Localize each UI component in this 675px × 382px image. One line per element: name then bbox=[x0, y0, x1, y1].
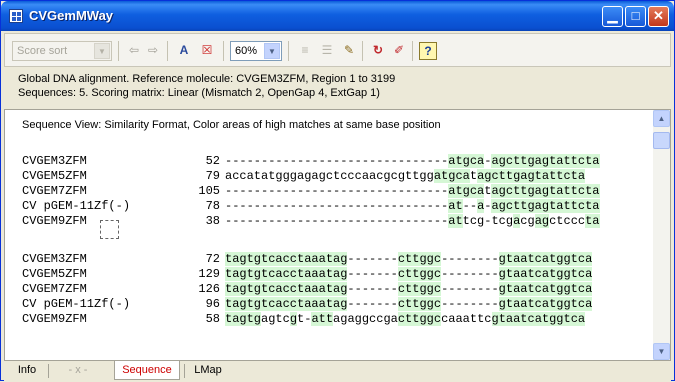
sequence-residues: -------------------------------atgca-agc… bbox=[225, 154, 600, 168]
zoom-combo[interactable]: 60% ▼ bbox=[230, 41, 282, 61]
toolbar-separator bbox=[223, 41, 224, 61]
alignment-row: CV pGEM-11Zf(-) 96 tagtgtcacctaaatag----… bbox=[22, 297, 593, 312]
help-icon[interactable]: ? bbox=[419, 42, 437, 60]
sequence-name: CV pGEM-11Zf(-) bbox=[22, 199, 131, 213]
tab-sequence[interactable]: Sequence bbox=[114, 361, 180, 380]
sequence-residues: -------------------------------at--a-agc… bbox=[225, 199, 600, 213]
tab-separator bbox=[48, 364, 49, 378]
scroll-up-button[interactable]: ▲ bbox=[653, 110, 670, 127]
sequence-position: 79 bbox=[205, 169, 220, 183]
sequence-name: CV pGEM-11Zf(-) bbox=[22, 297, 131, 311]
title-bar[interactable]: CVGemMWay ▁ □ ✕ bbox=[1, 1, 674, 31]
sequence-position: 72 bbox=[205, 252, 220, 266]
clear-highlight-icon[interactable]: ☒ bbox=[198, 42, 216, 60]
alignment-row: CVGEM3ZFM 72 tagtgtcacctaaatag-------ctt… bbox=[22, 252, 593, 267]
alignment-row: CVGEM9ZFM 58 tagtgagtcgt-attagaggccgactt… bbox=[22, 312, 586, 327]
tab-info[interactable]: Info bbox=[10, 361, 44, 380]
sequence-name: CVGEM3ZFM bbox=[22, 252, 87, 266]
sequence-residues: tagtgtcacctaaatag-------cttggc--------gt… bbox=[225, 297, 593, 311]
sequence-position: 126 bbox=[198, 282, 220, 296]
app-icon bbox=[9, 9, 23, 23]
selection-marker[interactable] bbox=[100, 220, 119, 239]
sequence-name: CVGEM5ZFM bbox=[22, 267, 87, 281]
sequence-name: CVGEM7ZFM bbox=[22, 184, 87, 198]
chevron-down-icon[interactable]: ▼ bbox=[94, 43, 110, 59]
sequence-position: 105 bbox=[198, 184, 220, 198]
alignment-row: CV pGEM-11Zf(-) 78 ---------------------… bbox=[22, 199, 600, 214]
edit-icon[interactable]: ✐ bbox=[390, 42, 408, 60]
info-line-sequences: Sequences: 5. Scoring matrix: Linear (Mi… bbox=[18, 87, 380, 99]
zoom-combo-value: 60% bbox=[235, 45, 258, 57]
sequence-position: 38 bbox=[205, 214, 220, 228]
tab-x[interactable]: - x - bbox=[54, 361, 102, 380]
scroll-thumb[interactable] bbox=[653, 132, 670, 149]
sequence-position: 58 bbox=[205, 312, 220, 326]
alignment-row: CVGEM3ZFM 52 ---------------------------… bbox=[22, 154, 600, 169]
sequence-view[interactable]: Sequence View: Similarity Format, Color … bbox=[4, 109, 671, 361]
align-list-icon[interactable]: ≡ bbox=[296, 42, 314, 60]
chevron-down-icon: ▼ bbox=[657, 347, 666, 356]
sequence-residues: accatatgggagagctcccaacgcgttggatgcatagctt… bbox=[225, 169, 586, 183]
sequence-residues: -------------------------------attcg-tcg… bbox=[225, 214, 600, 228]
sequence-position: 96 bbox=[205, 297, 220, 311]
sort-combo[interactable]: Score sort ▼ bbox=[12, 41, 112, 61]
sort-combo-value: Score sort bbox=[17, 45, 68, 57]
app-window: CVGemMWay ▁ □ ✕ Score sort ▼ ⇦ ⇨ A ☒ 60%… bbox=[0, 0, 675, 381]
help-label: ? bbox=[424, 44, 432, 58]
sequence-residues: tagtgtcacctaaatag-------cttggc--------gt… bbox=[225, 267, 593, 281]
chevron-down-icon[interactable]: ▼ bbox=[264, 43, 280, 59]
sequence-name: CVGEM7ZFM bbox=[22, 282, 87, 296]
forward-arrow-icon[interactable]: ⇨ bbox=[144, 42, 162, 60]
minimize-icon: ▁ bbox=[607, 8, 618, 23]
close-button[interactable]: ✕ bbox=[648, 6, 669, 27]
tab-separator bbox=[184, 364, 185, 378]
alignment-info: Global DNA alignment. Reference molecule… bbox=[4, 68, 671, 108]
alignment-row: CVGEM7ZFM 105 --------------------------… bbox=[22, 184, 600, 199]
sequence-residues: tagtgtcacctaaatag-------cttggc--------gt… bbox=[225, 282, 593, 296]
sequence-position: 78 bbox=[205, 199, 220, 213]
sequence-name: CVGEM9ZFM bbox=[22, 312, 87, 326]
toolbar-separator bbox=[118, 41, 119, 61]
toolbar-separator bbox=[288, 41, 289, 61]
sequence-name: CVGEM3ZFM bbox=[22, 154, 87, 168]
sequence-name: CVGEM9ZFM bbox=[22, 214, 87, 228]
sequence-residues: -------------------------------atgcatagc… bbox=[225, 184, 600, 198]
pencil-icon[interactable]: ✎ bbox=[340, 42, 358, 60]
view-tabs: Info - x - Sequence LMap bbox=[4, 361, 671, 381]
alignment-row: CVGEM5ZFM 79 accatatgggagagctcccaacgcgtt… bbox=[22, 169, 586, 184]
sequence-position: 129 bbox=[198, 267, 220, 281]
sequence-position: 52 bbox=[205, 154, 220, 168]
scroll-down-button[interactable]: ▼ bbox=[653, 343, 670, 360]
info-line-reference: Global DNA alignment. Reference molecule… bbox=[18, 73, 396, 85]
window-title: CVGemMWay bbox=[29, 8, 114, 23]
view-label: Sequence View: Similarity Format, Color … bbox=[22, 119, 441, 131]
back-arrow-icon[interactable]: ⇦ bbox=[125, 42, 143, 60]
tab-lmap[interactable]: LMap bbox=[190, 361, 226, 380]
sequence-residues: tagtgtcacctaaatag-------cttggc--------gt… bbox=[225, 252, 593, 266]
align-columns-icon[interactable]: ☰ bbox=[318, 42, 336, 60]
alignment-row: CVGEM5ZFM 129 tagtgtcacctaaatag-------ct… bbox=[22, 267, 593, 282]
vertical-scrollbar[interactable]: ▲ ▼ bbox=[653, 110, 670, 360]
maximize-button[interactable]: □ bbox=[625, 6, 646, 27]
sequence-residues: tagtgagtcgt-attagaggccgacttggccaaattcgta… bbox=[225, 312, 586, 326]
toolbar-separator bbox=[412, 41, 413, 61]
minimize-button[interactable]: ▁ bbox=[602, 6, 623, 27]
sequence-name: CVGEM5ZFM bbox=[22, 169, 87, 183]
refresh-icon[interactable]: ↻ bbox=[369, 42, 387, 60]
toolbar-separator bbox=[167, 41, 168, 61]
maximize-icon: □ bbox=[631, 8, 640, 23]
alignment-row: CVGEM7ZFM 126 tagtgtcacctaaatag-------ct… bbox=[22, 282, 593, 297]
close-icon: ✕ bbox=[653, 8, 664, 23]
toolbar-separator bbox=[362, 41, 363, 61]
toolbar: Score sort ▼ ⇦ ⇨ A ☒ 60% ▼ ≡ ☰ ✎ ↻ ✐ ? bbox=[4, 33, 671, 67]
find-text-icon[interactable]: A bbox=[175, 42, 193, 60]
chevron-up-icon: ▲ bbox=[657, 114, 666, 123]
alignment-row: CVGEM9ZFM 38 ---------------------------… bbox=[22, 214, 600, 229]
